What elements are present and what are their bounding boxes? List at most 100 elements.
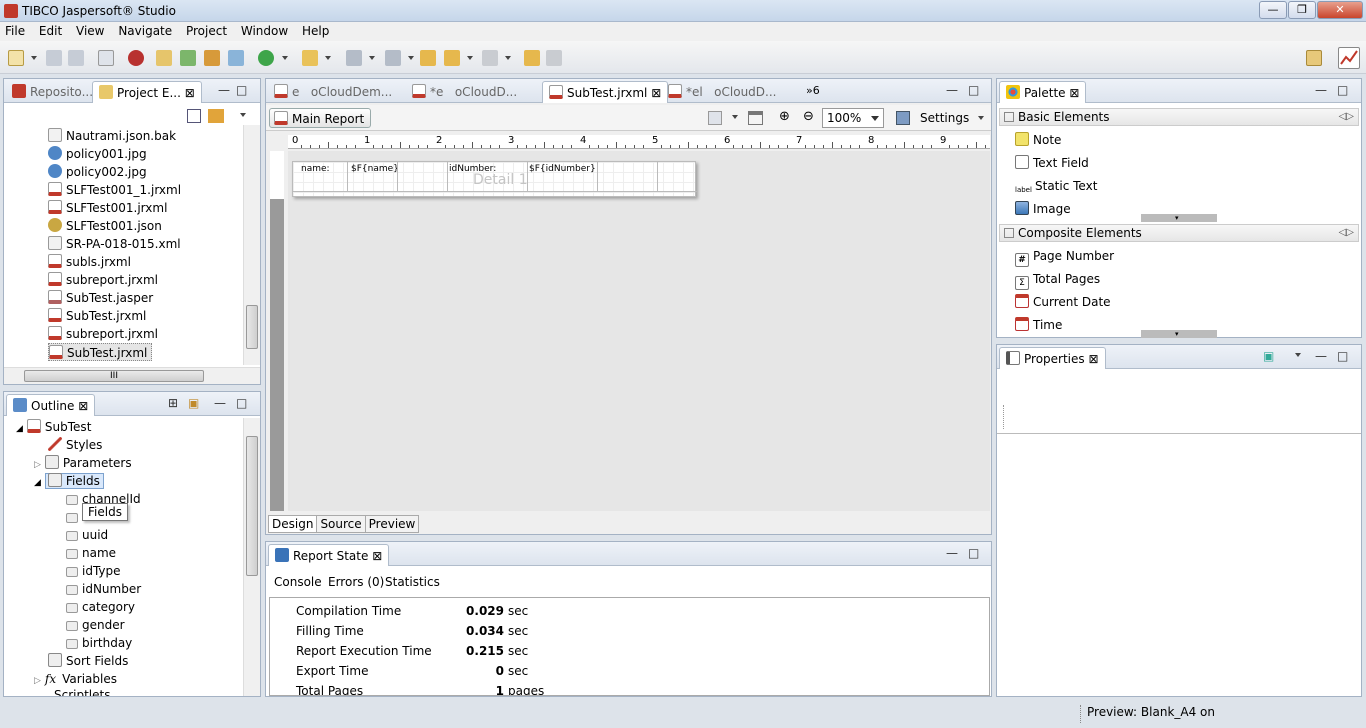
chevron-down-icon[interactable] bbox=[408, 56, 414, 60]
field-item[interactable]: gender bbox=[66, 616, 125, 634]
settings-button[interactable]: Settings bbox=[920, 111, 969, 125]
wizard-icon[interactable] bbox=[156, 50, 172, 66]
expanded-icon[interactable]: ◢ bbox=[34, 478, 41, 488]
import-icon[interactable] bbox=[180, 50, 196, 66]
field-item[interactable]: birthday bbox=[66, 634, 132, 652]
band-icon[interactable] bbox=[748, 111, 763, 125]
save-all-icon[interactable] bbox=[68, 50, 84, 66]
collapsed-icon[interactable]: ▷ bbox=[34, 676, 41, 686]
menu-view[interactable]: View bbox=[71, 22, 109, 40]
field-item[interactable]: category bbox=[66, 598, 135, 616]
field-item[interactable]: uuid bbox=[66, 526, 108, 544]
view-menu-icon[interactable] bbox=[1295, 353, 1301, 357]
palette-item-page-number[interactable]: # Page Number bbox=[1015, 246, 1114, 267]
publish-icon[interactable] bbox=[228, 50, 244, 66]
collapse-icon[interactable]: ◁▷ bbox=[1339, 225, 1354, 241]
back-icon[interactable] bbox=[444, 50, 460, 66]
vertical-scrollbar[interactable] bbox=[243, 125, 260, 365]
tree-icon[interactable]: ⊞ bbox=[168, 396, 178, 410]
tab-palette[interactable]: Palette ⊠ bbox=[999, 81, 1087, 103]
tree-node-root[interactable]: ◢ SubTest bbox=[16, 418, 91, 436]
view-menu-icon[interactable] bbox=[240, 113, 246, 117]
chevron-down-icon[interactable] bbox=[325, 56, 331, 60]
maximize-icon[interactable]: □ bbox=[1337, 83, 1348, 97]
tab-outline[interactable]: Outline ⊠ bbox=[6, 394, 96, 416]
settings-icon[interactable] bbox=[896, 111, 910, 125]
scroll-thumb[interactable] bbox=[246, 305, 258, 349]
zoom-out-icon[interactable]: ⊖ bbox=[803, 109, 814, 124]
pin-icon[interactable] bbox=[302, 50, 318, 66]
edit-icon[interactable] bbox=[204, 50, 220, 66]
link-editor-icon[interactable] bbox=[208, 109, 224, 123]
maximize-icon[interactable]: □ bbox=[236, 396, 247, 410]
list-item[interactable]: subreport.jrxml bbox=[48, 325, 158, 343]
minimize-icon[interactable]: — bbox=[946, 546, 958, 560]
expanded-icon[interactable]: ◢ bbox=[16, 424, 23, 434]
pin-view-icon[interactable]: ▣ bbox=[1263, 349, 1274, 363]
palette-item-text-field[interactable]: Text Field bbox=[1015, 153, 1089, 173]
list-item[interactable]: SLFTest001.json bbox=[48, 217, 162, 235]
minimize-icon[interactable]: — bbox=[1315, 83, 1327, 97]
compile-icon[interactable] bbox=[98, 50, 114, 66]
maximize-icon[interactable]: □ bbox=[1337, 349, 1348, 363]
next-annotation-icon[interactable] bbox=[346, 50, 362, 66]
menu-file[interactable]: File bbox=[0, 22, 30, 40]
report-canvas[interactable]: name: $F{name} idNumber: $F{idNumber} De… bbox=[288, 151, 990, 511]
open-perspective-icon[interactable] bbox=[1306, 50, 1322, 66]
maximize-icon[interactable]: □ bbox=[968, 546, 979, 560]
composite-elements-drawer[interactable]: Composite Elements ◁▷ bbox=[999, 224, 1359, 242]
text-field-idnumber[interactable]: $F{idNumber} bbox=[529, 164, 596, 174]
chevron-down-icon[interactable] bbox=[978, 116, 984, 120]
palette-item-note[interactable]: Note bbox=[1015, 130, 1061, 150]
field-item[interactable] bbox=[66, 508, 82, 526]
maximize-icon[interactable]: □ bbox=[968, 83, 979, 97]
close-icon[interactable]: ⊠ bbox=[651, 86, 661, 100]
undo-icon[interactable] bbox=[524, 50, 540, 66]
tree-node-styles[interactable]: Styles bbox=[48, 436, 102, 454]
menu-window[interactable]: Window bbox=[236, 22, 293, 40]
subtab-errors[interactable]: Errors (0) bbox=[328, 575, 384, 589]
minimize-icon[interactable]: — bbox=[214, 396, 226, 410]
static-text-name[interactable]: name: bbox=[301, 164, 330, 174]
tab-project-explorer[interactable]: Project E... ⊠ bbox=[92, 81, 202, 103]
list-item[interactable]: SLFTest001.jrxml bbox=[48, 199, 167, 217]
tab-repository[interactable]: Reposito... bbox=[6, 81, 99, 103]
tab-design[interactable]: Design bbox=[269, 516, 318, 532]
menu-help[interactable]: Help bbox=[297, 22, 334, 40]
palette-item-time[interactable]: Time bbox=[1015, 315, 1062, 335]
close-icon[interactable]: ⊠ bbox=[78, 399, 88, 413]
menu-edit[interactable]: Edit bbox=[34, 22, 67, 40]
basic-elements-drawer[interactable]: Basic Elements ◁▷ bbox=[999, 108, 1359, 126]
compile-icon[interactable] bbox=[708, 111, 722, 125]
last-edit-icon[interactable] bbox=[420, 50, 436, 66]
palette-item-static-text[interactable]: label Static Text bbox=[1015, 176, 1097, 197]
close-icon[interactable]: ⊠ bbox=[372, 549, 382, 563]
forward-icon[interactable] bbox=[482, 50, 498, 66]
tree-node-scriptlets[interactable]: Scriptlets bbox=[34, 686, 110, 696]
palette-item-image[interactable]: Image bbox=[1015, 199, 1071, 219]
menu-navigate[interactable]: Navigate bbox=[113, 22, 177, 40]
palette-item-total-pages[interactable]: Σ Total Pages bbox=[1015, 269, 1100, 290]
vertical-scrollbar[interactable] bbox=[243, 418, 260, 696]
list-item[interactable]: policy002.jpg bbox=[48, 163, 147, 181]
list-item[interactable]: subreport.jrxml bbox=[48, 271, 158, 289]
zoom-select[interactable]: 100% bbox=[822, 108, 884, 128]
bug-icon[interactable] bbox=[128, 50, 144, 66]
list-item-selected[interactable]: SubTest.jrxml bbox=[48, 343, 153, 361]
menu-project[interactable]: Project bbox=[181, 22, 232, 40]
collapsed-icon[interactable]: ▷ bbox=[34, 460, 41, 470]
tab-properties[interactable]: Properties ⊠ bbox=[999, 347, 1106, 369]
subtab-console[interactable]: Console bbox=[274, 575, 322, 589]
list-item[interactable]: SubTest.jasper bbox=[48, 289, 153, 307]
save-icon[interactable] bbox=[46, 50, 62, 66]
tree-node-sort-fields[interactable]: Sort Fields bbox=[48, 652, 128, 670]
minimize-icon[interactable]: — bbox=[946, 83, 958, 97]
list-item[interactable]: Nautrami.json.bak bbox=[48, 127, 176, 145]
close-icon[interactable]: ⊠ bbox=[185, 86, 195, 100]
main-report-button[interactable]: Main Report bbox=[269, 108, 372, 128]
maximize-icon[interactable]: □ bbox=[236, 83, 247, 97]
horizontal-scrollbar[interactable]: III bbox=[4, 367, 260, 384]
editor-tab-active[interactable]: SubTest.jrxml ⊠ bbox=[542, 81, 669, 103]
drawer-resize-handle[interactable]: ▾ bbox=[1141, 330, 1217, 338]
collapse-icon[interactable]: ◁▷ bbox=[1339, 109, 1354, 125]
